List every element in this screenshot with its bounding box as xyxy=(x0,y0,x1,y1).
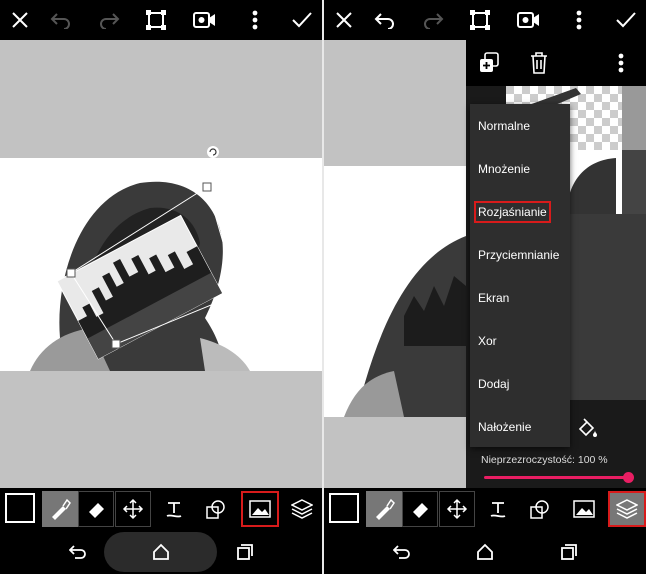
text-tool-icon[interactable] xyxy=(480,491,516,527)
eraser-tool-icon[interactable] xyxy=(402,491,438,527)
brush-tool-icon[interactable] xyxy=(42,491,78,527)
blend-item-normal[interactable]: Normalne xyxy=(470,104,570,147)
left-editor-screen xyxy=(0,0,322,574)
blend-item-overlay[interactable]: Nałożenie xyxy=(470,405,570,448)
screenshot-root: Normalne Mnożenie Rozjaśnianie Przyciemn… xyxy=(0,0,646,574)
crop-frame-icon[interactable] xyxy=(142,6,170,34)
system-navbar xyxy=(324,530,646,574)
editing-canvas[interactable] xyxy=(0,40,322,488)
color-swatch[interactable] xyxy=(329,493,359,523)
shape-tool-icon[interactable] xyxy=(522,491,558,527)
back-icon[interactable] xyxy=(64,538,92,566)
move-tool-icon[interactable] xyxy=(115,491,151,527)
system-navbar xyxy=(0,530,322,574)
home-icon[interactable] xyxy=(471,538,499,566)
fill-bucket-icon[interactable] xyxy=(576,417,598,444)
blend-label: Nałożenie xyxy=(478,419,532,434)
bottom-tool-row xyxy=(0,488,322,530)
brush-tool-icon[interactable] xyxy=(366,491,402,527)
more-vertical-icon[interactable] xyxy=(241,6,269,34)
blend-label: Przyciemnianie xyxy=(478,247,560,262)
move-tool-icon[interactable] xyxy=(439,491,475,527)
eraser-tool-icon[interactable] xyxy=(78,491,114,527)
blend-label: Normalne xyxy=(478,118,531,133)
blend-item-screen[interactable]: Ekran xyxy=(470,276,570,319)
top-toolbar xyxy=(0,0,322,40)
layers-header xyxy=(466,40,646,86)
blend-item-xor[interactable]: Xor xyxy=(470,319,570,362)
video-camera-icon[interactable] xyxy=(515,6,543,34)
crop-frame-icon[interactable] xyxy=(466,6,494,34)
blend-label: Mnożenie xyxy=(478,161,531,176)
text-tool-icon[interactable] xyxy=(156,491,192,527)
back-icon[interactable] xyxy=(388,538,416,566)
add-photo-icon[interactable] xyxy=(241,491,279,527)
blend-label: Xor xyxy=(478,333,497,348)
check-icon[interactable] xyxy=(288,6,316,34)
opacity-slider-knob[interactable] xyxy=(623,472,634,483)
layers-icon[interactable] xyxy=(284,491,320,527)
woman-photo xyxy=(324,166,466,417)
blend-label: Rozjaśnianie xyxy=(474,200,551,223)
add-photo-icon[interactable] xyxy=(565,491,603,527)
blend-label: Dodaj xyxy=(478,376,510,391)
video-camera-icon[interactable] xyxy=(191,6,219,34)
close-icon[interactable] xyxy=(330,6,358,34)
color-swatch[interactable] xyxy=(5,493,35,523)
redo-icon[interactable] xyxy=(419,6,447,34)
recents-icon[interactable] xyxy=(555,538,583,566)
transform-handles[interactable] xyxy=(0,40,322,488)
bottom-tool-row xyxy=(324,488,646,530)
shape-tool-icon[interactable] xyxy=(198,491,234,527)
undo-icon[interactable] xyxy=(371,6,399,34)
top-toolbar xyxy=(324,0,646,40)
check-icon[interactable] xyxy=(612,6,640,34)
more-vertical-icon[interactable] xyxy=(618,53,624,78)
delete-layer-icon[interactable] xyxy=(530,52,548,79)
layers-icon[interactable] xyxy=(608,491,646,527)
opacity-label: Nieprzezroczystość: 100 % xyxy=(481,454,608,466)
duplicate-layer-icon[interactable] xyxy=(478,52,500,79)
recents-icon[interactable] xyxy=(231,538,259,566)
blend-mode-menu: Normalne Mnożenie Rozjaśnianie Przyciemn… xyxy=(470,104,570,447)
redo-icon[interactable] xyxy=(95,6,123,34)
home-icon[interactable] xyxy=(147,538,175,566)
blend-item-darken[interactable]: Przyciemnianie xyxy=(470,233,570,276)
opacity-slider-track[interactable] xyxy=(484,476,628,479)
undo-icon[interactable] xyxy=(47,6,75,34)
more-vertical-icon[interactable] xyxy=(565,6,593,34)
blend-item-lighten[interactable]: Rozjaśnianie xyxy=(470,190,570,233)
blend-label: Ekran xyxy=(478,290,510,305)
close-icon[interactable] xyxy=(6,6,34,34)
blend-item-add[interactable]: Dodaj xyxy=(470,362,570,405)
blend-item-multiply[interactable]: Mnożenie xyxy=(470,147,570,190)
